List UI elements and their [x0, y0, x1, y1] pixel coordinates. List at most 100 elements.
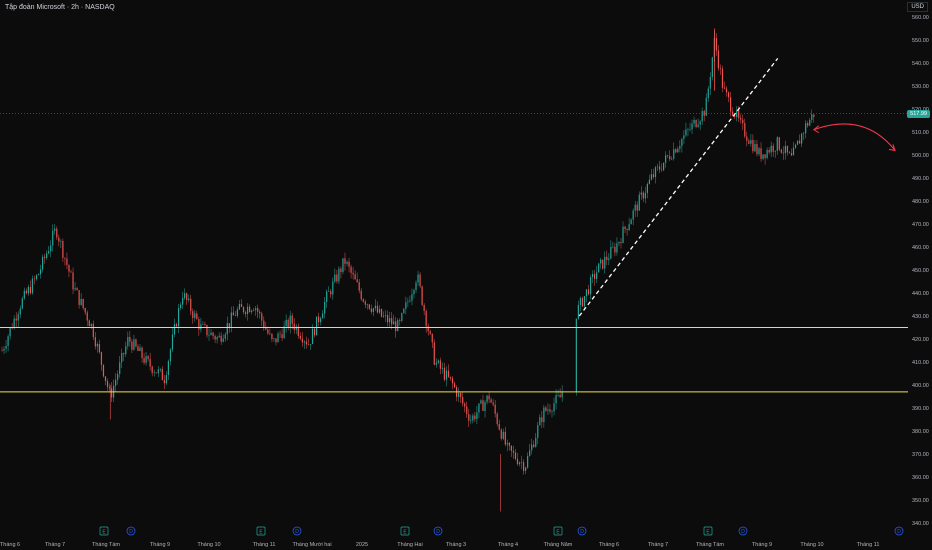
candle-body	[466, 406, 468, 415]
candle-body	[220, 335, 222, 342]
candle-body	[389, 318, 391, 323]
candle-body	[173, 324, 176, 335]
candle-body	[614, 246, 616, 253]
candle-body	[251, 310, 253, 313]
candle-body	[281, 334, 283, 339]
candle-body	[500, 429, 502, 439]
candle-body	[433, 342, 435, 365]
candle-body	[287, 319, 289, 328]
candle-body	[320, 318, 322, 323]
candle-body	[46, 253, 48, 258]
candle-body	[439, 360, 441, 369]
candle-body	[813, 114, 815, 117]
candle-body	[468, 414, 470, 421]
candle-body	[583, 296, 586, 307]
candle-body	[315, 316, 318, 336]
candle-body	[411, 294, 413, 301]
candle-body	[681, 138, 683, 147]
candle-body	[313, 328, 316, 336]
candle-body	[427, 326, 429, 332]
candle-body	[636, 204, 638, 211]
candle-body	[624, 226, 626, 229]
candle-body	[54, 228, 56, 231]
candle-body	[423, 304, 425, 311]
candle-body	[240, 304, 243, 307]
candle-body	[760, 148, 762, 159]
candle-body	[194, 313, 196, 319]
candle-body	[348, 261, 350, 267]
candle-body	[685, 129, 687, 136]
candle-body	[159, 368, 161, 370]
candle-body	[21, 298, 23, 309]
candle-body	[589, 277, 592, 295]
candle-body	[259, 311, 261, 314]
candle-body	[133, 339, 135, 350]
candle-body	[171, 334, 174, 350]
candle-body	[399, 320, 401, 321]
candle-body	[15, 318, 17, 321]
candle-body	[486, 395, 488, 403]
candle-body	[131, 341, 133, 350]
candle-body	[64, 257, 66, 259]
candle-body	[748, 140, 750, 144]
candle-body	[52, 230, 54, 246]
candle-body	[480, 400, 482, 404]
candle-body	[543, 407, 545, 423]
candle-body	[474, 415, 476, 420]
candle-body	[421, 286, 423, 305]
candle-body	[285, 319, 287, 327]
candle-body	[104, 376, 107, 382]
candle-body	[267, 329, 269, 334]
candle-body	[715, 37, 717, 51]
candle-body	[326, 291, 328, 302]
currency-label[interactable]: USD	[907, 2, 928, 12]
candle-body	[498, 423, 500, 430]
candle-body	[204, 324, 206, 326]
candle-body	[265, 327, 267, 330]
candle-body	[756, 144, 758, 155]
candle-body	[232, 312, 234, 316]
candle-body	[151, 366, 153, 373]
candle-body	[721, 68, 724, 88]
candle-body	[161, 368, 163, 381]
candle-body	[143, 358, 145, 363]
candle-body	[596, 272, 598, 279]
candle-body	[600, 259, 602, 264]
candle-body	[462, 397, 464, 404]
candle-body	[646, 183, 648, 193]
dividend-label: D	[741, 529, 745, 535]
candle-body	[784, 145, 786, 154]
candle-body	[581, 298, 584, 307]
candle-body	[470, 420, 472, 421]
candle-body	[533, 444, 535, 447]
candle-body	[671, 158, 673, 160]
candle-body	[299, 336, 301, 339]
candle-body	[27, 286, 29, 294]
candle-body	[68, 265, 70, 272]
candle-body	[762, 154, 764, 159]
candle-body	[279, 333, 281, 335]
candle-body	[366, 304, 368, 306]
candle-body	[50, 245, 52, 252]
candle-body	[555, 395, 557, 404]
candle-body	[115, 379, 117, 386]
candle-body	[80, 298, 82, 305]
candle-body	[425, 310, 427, 327]
candle-body	[291, 315, 293, 324]
candle-body	[557, 395, 559, 396]
candle-body	[236, 309, 239, 316]
candle-body	[309, 344, 312, 345]
candle-body	[387, 315, 389, 323]
candle-body	[693, 120, 695, 124]
candle-body	[561, 391, 563, 398]
candle-body	[147, 356, 149, 360]
candle-body	[378, 308, 381, 313]
candle-body	[186, 293, 188, 301]
candle-body	[689, 129, 691, 130]
price-chart[interactable]: 340.00 350.00 360.00 370.00 380.00 390.00 400.…	[0, 0, 932, 550]
candle-body	[352, 272, 354, 275]
dividend-label: D	[129, 529, 133, 535]
candle-body	[691, 123, 693, 130]
candle-body	[798, 140, 801, 144]
candle-body	[165, 375, 167, 384]
